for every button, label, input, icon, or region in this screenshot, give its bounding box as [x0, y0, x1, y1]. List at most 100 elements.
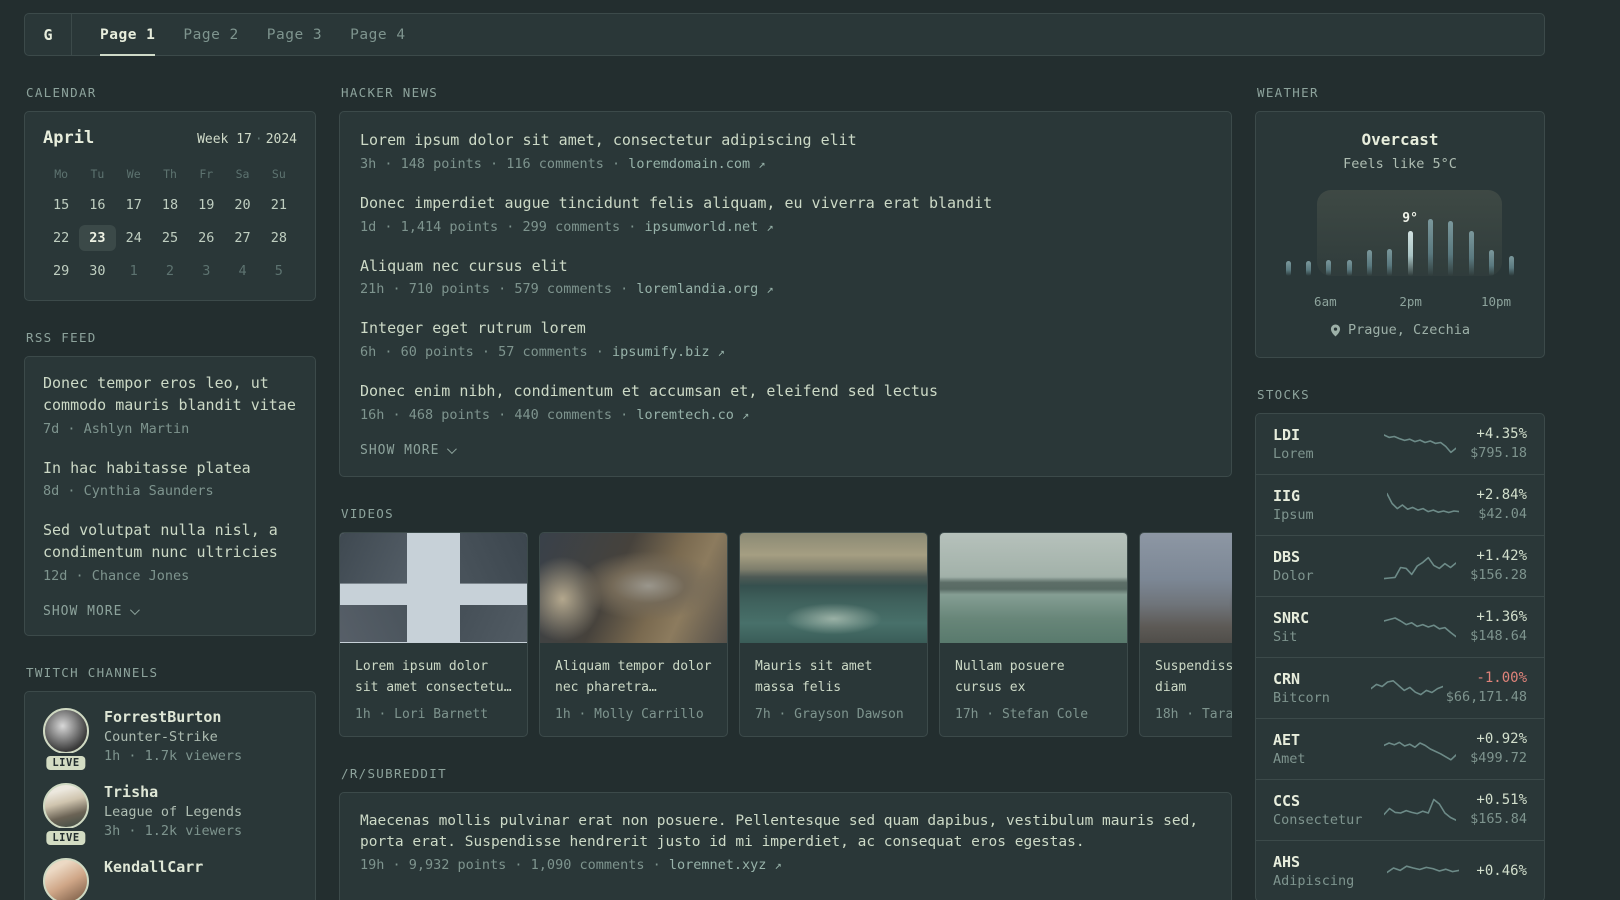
calendar-day[interactable]: 27 [224, 225, 260, 251]
stock-row-aet[interactable]: AET Amet +0.92% $499.72 [1256, 717, 1544, 779]
avatar[interactable] [43, 782, 89, 829]
twitch-channel-row[interactable]: LIVE ForrestBurton Counter-Strike 1h · 1.7k… [43, 707, 297, 770]
stock-symbol: CCS [1273, 791, 1301, 810]
subreddit-heading: /R/SUBREDDIT [341, 765, 447, 781]
calendar-day[interactable]: 17 [116, 192, 152, 218]
hackernews-item: Donec imperdiet augue tincidunt felis al… [360, 193, 1211, 235]
video-thumbnail[interactable] [540, 532, 727, 643]
video-title[interactable]: Aliquam tempor dolor nec pharetra… [555, 656, 712, 698]
hackernews-item-domain[interactable]: loremlandia.org [636, 281, 758, 297]
avatar-wrap [43, 857, 89, 900]
calendar-day[interactable]: 2 [152, 258, 188, 284]
calendar-day[interactable]: 15 [43, 192, 79, 218]
twitch-channel-row[interactable]: LIVE Trisha League of Legends 3h · 1.2k vie… [43, 782, 297, 845]
twitch-channel-row[interactable]: KendallCarr [43, 857, 297, 900]
external-link-icon: ↗ [774, 857, 782, 872]
stock-row-ccs[interactable]: CCS Consectetur +0.51% $165.84 [1256, 778, 1544, 840]
stock-change: +0.92% [1476, 731, 1527, 747]
calendar-day[interactable]: 16 [79, 192, 115, 218]
calendar-day[interactable]: 24 [116, 225, 152, 251]
calendar-day[interactable]: 29 [43, 258, 79, 284]
stock-sparkline [1386, 492, 1459, 513]
tab-page-1[interactable]: Page 1 [100, 14, 156, 56]
stock-name: Lorem [1273, 445, 1314, 462]
twitch-channel-game: League of Legends [104, 803, 243, 820]
calendar-day[interactable]: 4 [224, 258, 260, 284]
stock-row-crn[interactable]: CRN Bitcorn -1.00% $66,171.48 [1256, 656, 1544, 718]
stock-sparkline [1383, 433, 1456, 453]
calendar-day[interactable]: 5 [261, 258, 297, 284]
video-thumbnail[interactable] [940, 532, 1127, 643]
twitch-channel-name[interactable]: Trisha [104, 783, 242, 801]
tab-page-2[interactable]: Page 2 [183, 14, 238, 55]
weekday-label: Tu [90, 167, 105, 181]
subreddit-post-domain[interactable]: loremnet.xyz [669, 857, 767, 873]
calendar-day-selected[interactable]: 23 [79, 225, 116, 251]
calendar-day[interactable]: 1 [116, 258, 152, 284]
stock-values: +1.36% $148.64 [1470, 609, 1527, 644]
weather-bar-slot [1339, 188, 1359, 276]
stock-row-iig[interactable]: IIG Ipsum +2.84% $42.04 [1256, 473, 1544, 535]
tab-page-3[interactable]: Page 3 [267, 14, 322, 55]
twitch-channel-name[interactable]: KendallCarr [104, 858, 203, 876]
weather-bar-slot [1441, 188, 1461, 276]
hackernews-item-domain[interactable]: ipsumworld.net [644, 219, 758, 235]
calendar-day[interactable]: 25 [152, 225, 188, 251]
weather-heading: WEATHER [1257, 85, 1319, 100]
twitch-channel-name[interactable]: ForrestBurton [104, 708, 242, 726]
hackernews-item-title[interactable]: Donec enim nibh, condimentum et accumsan… [360, 381, 1211, 403]
calendar-day[interactable]: 26 [188, 225, 224, 251]
avatar[interactable] [43, 707, 89, 754]
stock-row-ahs[interactable]: AHS Adipiscing +0.46% [1256, 839, 1544, 900]
hackernews-show-more-button[interactable]: SHOW MORE [360, 443, 458, 458]
hackernews-item-title[interactable]: Lorem ipsum dolor sit amet, consectetur … [360, 130, 1211, 152]
rss-item: In hac habitasse platea 8d · Cynthia Saun… [43, 458, 297, 500]
video-thumbnail[interactable] [340, 532, 527, 643]
rss-show-more-button[interactable]: SHOW MORE [43, 604, 141, 619]
hackernews-item-domain[interactable]: loremtech.co [636, 407, 734, 423]
video-title[interactable]: Lorem ipsum dolor sit amet consectetu… [355, 656, 512, 698]
stock-sparkline [1371, 679, 1444, 695]
video-meta: 18h · Tara [1155, 706, 1232, 722]
live-badge: LIVE [46, 830, 86, 845]
dashboard-page: G Page 1 Page 2 Page 3 Page 4 CALENDAR Apri… [24, 13, 1545, 900]
calendar-day[interactable]: 19 [188, 192, 224, 218]
hackernews-item: Aliquam nec cursus elit 21h · 710 points … [360, 256, 1211, 298]
tab-page-4[interactable]: Page 4 [350, 14, 405, 55]
hackernews-item-domain[interactable]: ipsumify.biz [612, 344, 710, 360]
hackernews-item-domain[interactable]: loremdomain.com [628, 156, 750, 172]
stock-row-dbs[interactable]: DBS Dolor +1.42% $156.28 [1256, 534, 1544, 596]
stock-price: $42.04 [1478, 506, 1527, 522]
hackernews-item-stats: 1d · 1,414 points · 299 comments · [360, 218, 645, 235]
calendar-day[interactable]: 3 [188, 258, 224, 284]
app-logo[interactable]: G [25, 14, 72, 55]
calendar-day[interactable]: 18 [152, 192, 188, 218]
calendar-day[interactable]: 22 [43, 225, 79, 251]
calendar-day[interactable]: 30 [79, 258, 115, 284]
stock-row-ldi[interactable]: LDI Lorem +4.35% $795.18 [1256, 414, 1544, 474]
video-thumbnail[interactable] [1140, 532, 1232, 643]
subreddit-post-title[interactable]: Maecenas mollis pulvinar erat non posuer… [360, 811, 1211, 853]
twitch-channel-info: Trisha League of Legends 3h · 1.2k viewers [104, 783, 242, 839]
calendar-day[interactable]: 28 [261, 225, 297, 251]
rss-item-title[interactable]: Sed volutpat nulla nisl, a condimentum n… [43, 520, 297, 564]
stock-symbol: IIG [1273, 486, 1301, 505]
hackernews-item-title[interactable]: Integer eget rutrum lorem [360, 318, 1211, 340]
hackernews-item-title[interactable]: Aliquam nec cursus elit [360, 256, 1211, 278]
weather-bar-slot: 9° [1400, 188, 1420, 276]
rss-item-title[interactable]: In hac habitasse platea [43, 458, 297, 480]
video-title[interactable]: Suspendisse diam [1155, 656, 1232, 698]
video-card: Nullam posuere cursus ex 17h · Stefan Col… [939, 531, 1128, 737]
stock-values: -1.00% $66,171.48 [1446, 670, 1527, 705]
video-title[interactable]: Mauris sit amet massa felis [755, 656, 912, 698]
stock-row-snrc[interactable]: SNRC Sit +1.36% $148.64 [1256, 595, 1544, 657]
video-thumbnail[interactable] [740, 532, 927, 643]
hackernews-item-title[interactable]: Donec imperdiet augue tincidunt felis al… [360, 193, 1211, 215]
avatar[interactable] [43, 857, 89, 900]
rss-item-title[interactable]: Donec tempor eros leo, ut commodo mauris… [43, 373, 297, 417]
calendar-day[interactable]: 20 [224, 192, 260, 218]
avatar-wrap: LIVE [43, 782, 89, 845]
stock-change: +0.46% [1476, 862, 1527, 879]
video-title[interactable]: Nullam posuere cursus ex [955, 656, 1112, 698]
calendar-day[interactable]: 21 [261, 192, 297, 218]
